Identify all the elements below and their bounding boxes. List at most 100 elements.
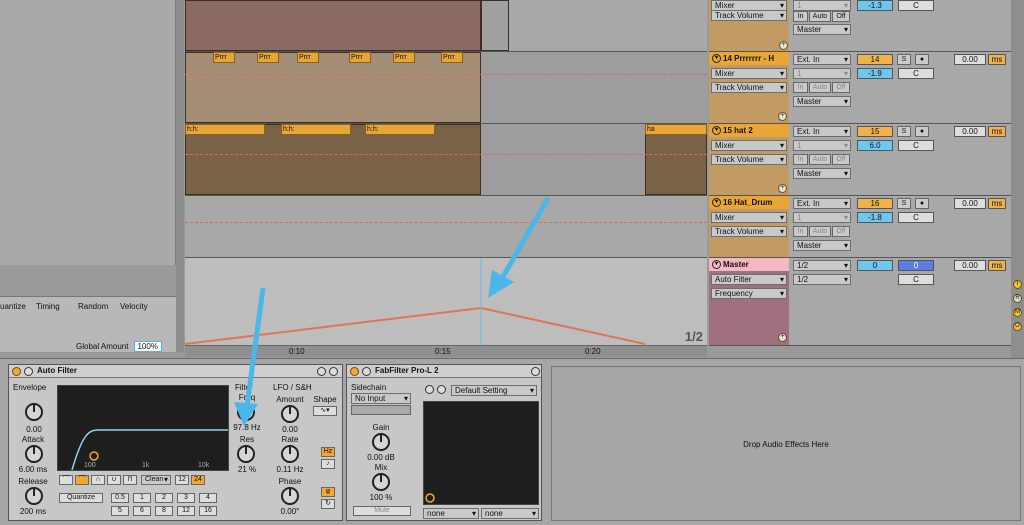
track-header-14[interactable]: ▾14 Prrrrrrr - H Mixer Track Volume + xyxy=(709,52,789,124)
res-knob[interactable] xyxy=(237,445,255,463)
channel-select[interactable]: 1 xyxy=(793,140,851,151)
spin-mode-button[interactable]: ↻ xyxy=(321,499,335,509)
quantize-value-button[interactable]: 12 xyxy=(177,506,195,516)
arrangement-view[interactable]: Prrr Prrr Prrr Prrr Prrr Prrr h:h: h:h: … xyxy=(185,0,707,346)
filter-type-lowpass[interactable]: ⌒ xyxy=(59,475,73,485)
quantize-value-button[interactable]: 16 xyxy=(199,506,217,516)
master-input-select[interactable]: 1/2 xyxy=(793,260,851,271)
clip-header[interactable]: h:h: xyxy=(365,124,435,135)
param-select-right[interactable]: none xyxy=(481,508,539,519)
output-select[interactable]: Master xyxy=(793,240,851,251)
master-volume[interactable]: 0 xyxy=(857,260,893,271)
hot-swap-icon[interactable] xyxy=(531,367,540,376)
global-amount-field[interactable]: 100% xyxy=(133,341,162,352)
track-lane-15[interactable]: h:h: h:h: h:h: ha xyxy=(185,124,707,196)
automation-param-select[interactable]: Frequency xyxy=(711,288,787,299)
track-delay[interactable]: 0.00 xyxy=(954,126,986,137)
freq-knob[interactable] xyxy=(237,403,255,421)
fold-icon[interactable]: ▾ xyxy=(712,54,721,63)
monitor-auto-button[interactable]: Auto xyxy=(809,11,831,22)
automation-envelope[interactable] xyxy=(185,258,707,346)
monitor-auto-button[interactable]: Auto xyxy=(809,82,831,93)
track-delay[interactable]: 0.00 xyxy=(954,54,986,65)
filter-type-bandpass[interactable]: ∩ xyxy=(91,475,105,485)
monitor-off-button[interactable]: Off xyxy=(832,154,850,165)
input-select[interactable]: Ext. In xyxy=(793,54,851,65)
overdub-toggle-button[interactable]: O xyxy=(1013,322,1022,331)
param-select-left[interactable]: none xyxy=(423,508,479,519)
filter-type-notch[interactable]: ∪ xyxy=(107,475,121,485)
track-lane-14[interactable]: Prrr Prrr Prrr Prrr Prrr Prrr xyxy=(185,52,707,124)
automation-select[interactable]: Track Volume xyxy=(711,154,787,165)
track-header-16[interactable]: ▾16 Hat_Drum Mixer Track Volume xyxy=(709,196,789,258)
lfo-phase-knob[interactable] xyxy=(281,487,299,505)
track-lane-13[interactable] xyxy=(185,0,707,52)
channel-select[interactable]: 1 xyxy=(793,212,851,223)
mix-knob[interactable] xyxy=(372,473,390,491)
plugin-edit-icon[interactable] xyxy=(425,385,434,394)
quantize-value-button[interactable]: 6 xyxy=(133,506,151,516)
mute-button[interactable]: Mute xyxy=(353,506,411,516)
master-pan-num[interactable]: 0 xyxy=(898,260,934,271)
sidechain-channel-select[interactable] xyxy=(351,405,411,415)
track-header-15[interactable]: ▾15 hat 2 Mixer Track Volume + xyxy=(709,124,789,196)
clip-header[interactable]: Prrr xyxy=(297,52,319,63)
attack-knob[interactable] xyxy=(25,445,43,463)
track-lane-16[interactable] xyxy=(185,196,707,258)
circuit-select[interactable]: Clean xyxy=(141,475,171,485)
solo-button[interactable]: S xyxy=(897,54,911,65)
track-volume[interactable]: -1.8 xyxy=(857,212,893,223)
preset-select[interactable]: Default Setting xyxy=(451,385,537,396)
channel-select[interactable]: 1 xyxy=(793,68,851,79)
device-power-button[interactable] xyxy=(350,367,359,376)
monitor-in-button[interactable]: In xyxy=(793,82,808,93)
monitor-select[interactable]: Mixer xyxy=(711,212,787,223)
solo-button[interactable]: S xyxy=(897,198,911,209)
device-title[interactable]: FabFilter Pro-L 2 xyxy=(347,365,541,378)
monitor-select[interactable]: Mixer xyxy=(711,68,787,79)
filter-response-graph[interactable]: 100 1k 10k xyxy=(57,385,229,471)
fold-icon[interactable]: ▾ xyxy=(712,260,721,269)
plugin-display[interactable] xyxy=(423,401,539,505)
lfo-rate-knob[interactable] xyxy=(281,445,299,463)
delay-unit[interactable]: ms xyxy=(988,260,1006,271)
track-delay[interactable]: 0.00 xyxy=(954,198,986,209)
quantize-value-button[interactable]: 2 xyxy=(155,493,173,503)
track-number[interactable]: 14 xyxy=(857,54,893,65)
track-volume[interactable]: -1.3 xyxy=(857,0,893,11)
device-power-button[interactable] xyxy=(12,367,21,376)
track-pan[interactable]: C xyxy=(898,0,934,11)
filter-type-highpass[interactable]: ⌒ xyxy=(75,475,89,485)
lfo-amount-knob[interactable] xyxy=(281,405,299,423)
panel-divider[interactable] xyxy=(176,0,184,352)
monitor-in-button[interactable]: In xyxy=(793,226,808,237)
fold-icon[interactable] xyxy=(24,367,33,376)
quantize-value-button[interactable]: 1 xyxy=(133,493,151,503)
time-ruler[interactable]: 0:10 0:15 0:20 xyxy=(185,345,707,357)
output-select[interactable]: Master xyxy=(793,96,851,107)
arm-button[interactable]: ● xyxy=(915,54,929,65)
add-icon[interactable]: + xyxy=(779,41,788,50)
track-name[interactable]: ▾ 16 Hat_Drum xyxy=(709,196,789,209)
master-track-header[interactable]: ▾Master Auto Filter Frequency + xyxy=(709,258,789,346)
output-select[interactable]: Master xyxy=(793,24,851,35)
clip-header[interactable]: h:h: xyxy=(281,124,351,135)
master-pan[interactable]: C xyxy=(898,274,934,285)
clip[interactable] xyxy=(185,0,481,51)
quantize-value-button[interactable]: 5 xyxy=(111,506,129,516)
filter-type-morph[interactable]: ⊓ xyxy=(123,475,137,485)
clip-header[interactable]: ha xyxy=(645,124,707,135)
release-knob[interactable] xyxy=(25,487,43,505)
arm-button[interactable]: ● xyxy=(915,126,929,137)
quantize-value-button[interactable]: 3 xyxy=(177,493,195,503)
add-icon[interactable]: + xyxy=(778,333,787,342)
clip-header[interactable]: Prrr xyxy=(349,52,371,63)
track-name[interactable]: ▾ 14 Prrrrrrr - H xyxy=(709,52,789,65)
delay-unit[interactable]: ms xyxy=(988,198,1006,209)
save-preset-icon[interactable] xyxy=(437,385,446,394)
track-number[interactable]: 15 xyxy=(857,126,893,137)
input-select[interactable]: Ext. In xyxy=(793,126,851,137)
gain-knob[interactable] xyxy=(372,433,390,451)
clip-header[interactable]: Prrr xyxy=(393,52,415,63)
clip-header[interactable]: Prrr xyxy=(441,52,463,63)
